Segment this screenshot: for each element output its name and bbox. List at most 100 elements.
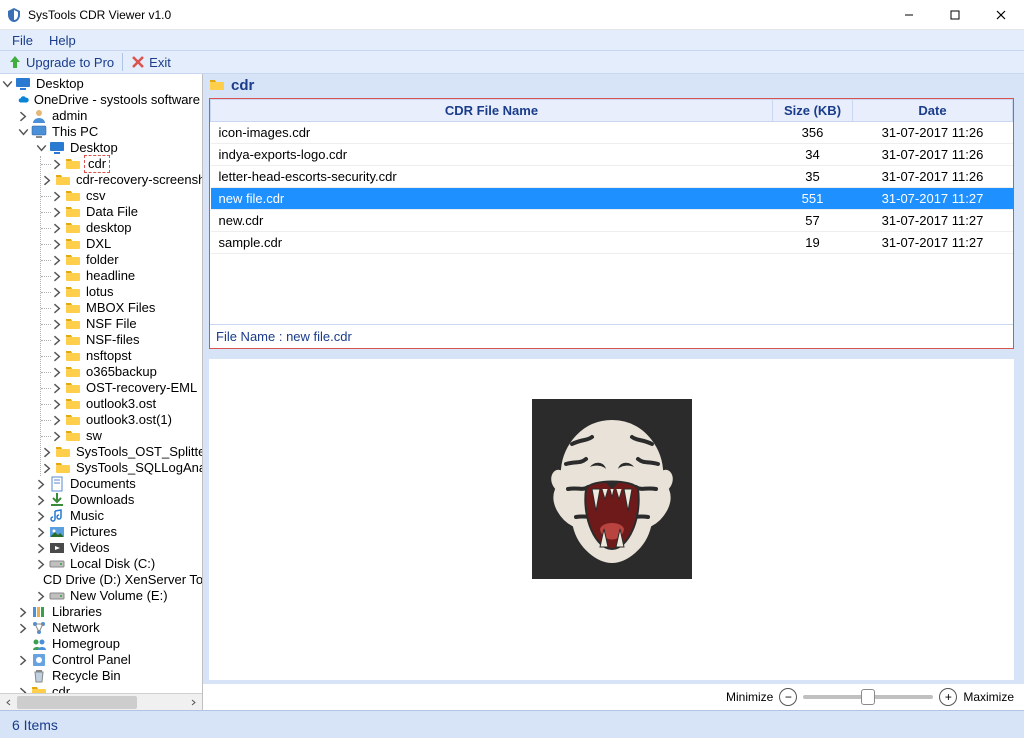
expand-icon[interactable]: [52, 399, 63, 410]
tree-downloads[interactable]: Downloads: [30, 492, 202, 508]
tree-documents[interactable]: Documents: [30, 476, 202, 492]
expand-icon[interactable]: [42, 175, 53, 186]
scroll-right-button[interactable]: [185, 694, 202, 711]
col-header-name[interactable]: CDR File Name: [211, 100, 773, 122]
col-header-size[interactable]: Size (KB): [773, 100, 853, 122]
scroll-track[interactable]: [17, 694, 185, 711]
expand-icon[interactable]: [42, 463, 53, 474]
tree-onedrive[interactable]: OneDrive - systools software: [12, 92, 202, 108]
expand-icon[interactable]: [52, 415, 63, 426]
expand-icon[interactable]: [52, 351, 63, 362]
tree-subfolder[interactable]: desktop: [50, 220, 134, 236]
tree-subfolder[interactable]: NSF File: [50, 316, 139, 332]
tree-subfolder[interactable]: cdr-recovery-screenshot: [40, 172, 202, 188]
table-row[interactable]: indya-exports-logo.cdr3431-07-2017 11:26: [211, 144, 1013, 166]
collapse-icon[interactable]: [2, 79, 13, 90]
expand-icon[interactable]: [18, 623, 29, 634]
tree-subfolder[interactable]: DXL: [50, 236, 113, 252]
expand-icon[interactable]: [52, 223, 63, 234]
expand-icon[interactable]: [52, 191, 63, 202]
tree-subfolder[interactable]: OST-recovery-EML: [50, 380, 199, 396]
folder-tree[interactable]: Desktop OneDrive - systools software adm…: [0, 76, 202, 693]
tree-desktop[interactable]: Desktop: [0, 76, 202, 92]
tree-subfolder[interactable]: outlook3.ost: [50, 396, 158, 412]
tree-subfolder[interactable]: SysTools_SQLLogAnalyzer: [40, 460, 202, 476]
menu-help[interactable]: Help: [41, 32, 84, 49]
tree-newvolume[interactable]: New Volume (E:): [30, 588, 202, 604]
tree-subfolder[interactable]: Data File: [50, 204, 140, 220]
expand-icon[interactable]: [52, 239, 63, 250]
expand-icon[interactable]: [36, 543, 47, 554]
tree-pictures[interactable]: Pictures: [30, 524, 202, 540]
expand-icon[interactable]: [52, 255, 63, 266]
tree-network[interactable]: Network: [12, 620, 202, 636]
tree-recyclebin[interactable]: Recycle Bin: [12, 668, 202, 684]
exit-button[interactable]: Exit: [125, 51, 177, 73]
col-header-date[interactable]: Date: [853, 100, 1013, 122]
collapse-icon[interactable]: [36, 143, 47, 154]
tree-homegroup[interactable]: Homegroup: [12, 636, 202, 652]
expand-icon[interactable]: [18, 607, 29, 618]
expand-icon[interactable]: [36, 511, 47, 522]
tree-desktop2[interactable]: Desktop: [30, 140, 202, 156]
expand-icon[interactable]: [36, 495, 47, 506]
expand-icon[interactable]: [52, 319, 63, 330]
tree-subfolder[interactable]: lotus: [50, 284, 115, 300]
tree-admin[interactable]: admin: [12, 108, 202, 124]
table-row[interactable]: new file.cdr55131-07-2017 11:27: [211, 188, 1013, 210]
tree-videos[interactable]: Videos: [30, 540, 202, 556]
expand-icon[interactable]: [52, 271, 63, 282]
zoom-out-button[interactable]: −: [779, 688, 797, 706]
expand-icon[interactable]: [52, 431, 63, 442]
table-row[interactable]: letter-head-escorts-security.cdr3531-07-…: [211, 166, 1013, 188]
tree-cdr-selected[interactable]: cdr: [50, 156, 110, 172]
tree-subfolder[interactable]: SysTools_OST_Splitter_2: [40, 444, 202, 460]
expand-icon[interactable]: [36, 479, 47, 490]
expand-icon[interactable]: [52, 287, 63, 298]
expand-icon[interactable]: [52, 383, 63, 394]
expand-icon[interactable]: [52, 207, 63, 218]
menu-file[interactable]: File: [4, 32, 41, 49]
tree-subfolder[interactable]: o365backup: [50, 364, 159, 380]
table-row[interactable]: icon-images.cdr35631-07-2017 11:26: [211, 122, 1013, 144]
expand-icon[interactable]: [18, 655, 29, 666]
expand-icon[interactable]: [52, 303, 63, 314]
expand-icon[interactable]: [52, 159, 63, 170]
scroll-thumb[interactable]: [17, 696, 137, 709]
tree-subfolder[interactable]: nsftopst: [50, 348, 134, 364]
collapse-icon[interactable]: [18, 127, 29, 138]
tree-controlpanel[interactable]: Control Panel: [12, 652, 202, 668]
tree-subfolder[interactable]: sw: [50, 428, 104, 444]
tree-subfolder[interactable]: outlook3.ost(1): [50, 412, 174, 428]
horizontal-scrollbar[interactable]: [0, 693, 202, 710]
expand-icon[interactable]: [52, 367, 63, 378]
zoom-slider-handle[interactable]: [861, 689, 875, 705]
tree-music[interactable]: Music: [30, 508, 202, 524]
tree-libraries[interactable]: Libraries: [12, 604, 202, 620]
expand-icon[interactable]: [36, 559, 47, 570]
minimize-button[interactable]: [886, 0, 932, 30]
expand-icon[interactable]: [36, 527, 47, 538]
tree-cdr2[interactable]: cdr: [12, 684, 202, 693]
file-table[interactable]: CDR File Name Size (KB) Date icon-images…: [210, 99, 1013, 254]
scroll-left-button[interactable]: [0, 694, 17, 711]
expand-icon[interactable]: [42, 447, 53, 458]
zoom-in-button[interactable]: +: [939, 688, 957, 706]
zoom-slider[interactable]: [803, 695, 933, 699]
tree-subfolder[interactable]: folder: [50, 252, 121, 268]
tree-subfolder[interactable]: headline: [50, 268, 137, 284]
tree-subfolder[interactable]: csv: [50, 188, 108, 204]
table-row[interactable]: sample.cdr1931-07-2017 11:27: [211, 232, 1013, 254]
table-row[interactable]: new.cdr5731-07-2017 11:27: [211, 210, 1013, 232]
close-button[interactable]: [978, 0, 1024, 30]
tree-subfolder[interactable]: MBOX Files: [50, 300, 157, 316]
upgrade-button[interactable]: Upgrade to Pro: [2, 51, 120, 73]
maximize-button[interactable]: [932, 0, 978, 30]
expand-icon[interactable]: [52, 335, 63, 346]
expand-icon[interactable]: [18, 111, 29, 122]
tree-localdisk[interactable]: Local Disk (C:): [30, 556, 202, 572]
tree-thispc[interactable]: This PC: [12, 124, 202, 140]
expand-icon[interactable]: [36, 591, 47, 602]
tree-subfolder[interactable]: NSF-files: [50, 332, 141, 348]
tree-cddrive[interactable]: CD Drive (D:) XenServer Too: [30, 572, 202, 588]
